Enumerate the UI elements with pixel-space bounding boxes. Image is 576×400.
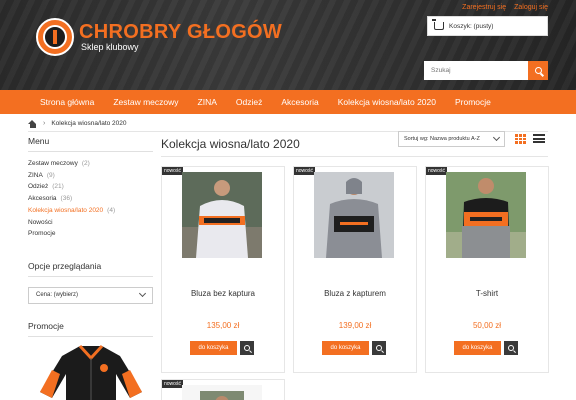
breadcrumb-current: Kolekcja wiosna/lato 2020 [51,120,127,127]
breadcrumb-separator-icon: › [43,120,46,127]
price-select[interactable]: Cena: (wybierz) [28,286,153,304]
nav-item-promotions[interactable]: Promocje [455,97,491,107]
nav-item-clothing[interactable]: Odzież [236,97,262,107]
nav-item-match-kit[interactable]: Zestaw meczowy [113,97,178,107]
category-menu: Zestaw meczowy (2) ZINA (9) Odzież (21) Akc… [28,158,153,240]
chevron-down-icon [492,133,501,142]
new-badge: nowość [426,167,447,175]
account-links: Zarejestruj się Zaloguj się [462,4,548,11]
product-card[interactable]: nowość Bluza bez kaptura 135,00 zł do ko… [161,166,285,373]
menu-item-match-kit[interactable]: Zestaw meczowy (2) [28,158,153,170]
menu-item-collection-2020[interactable]: Kolekcja wiosna/lato 2020 (4) [28,205,153,217]
page-title: Kolekcja wiosna/lato 2020 [161,137,300,151]
add-to-cart-button[interactable]: do koszyka [322,341,369,355]
product-price: 50,00 zł [472,321,502,330]
nav-item-home[interactable]: Strona główna [40,97,94,107]
logo-title[interactable]: CHROBRY GŁOGÓW [79,21,282,44]
menu-heading: Menu [28,136,153,152]
product-image[interactable] [182,172,262,258]
promo-jacket-image[interactable] [32,338,150,400]
new-badge: nowość [294,167,315,175]
product-name[interactable]: Bluza bez kaptura [162,289,284,298]
nav-item-accessories[interactable]: Akcesoria [281,97,318,107]
menu-item-new[interactable]: Nowości [28,217,153,229]
register-link[interactable]: Zarejestruj się [462,4,506,11]
menu-item-accessories[interactable]: Akcesoria (36) [28,193,153,205]
login-link[interactable]: Zaloguj się [514,4,548,11]
grid-view-icon[interactable] [515,134,526,144]
menu-item-clothing[interactable]: Odzież (21) [28,181,153,193]
cart-button[interactable]: Koszyk: (pusty) [427,16,548,36]
product-price: 135,00 zł [206,321,240,330]
zoom-icon [244,345,250,351]
product-image[interactable] [182,385,262,400]
new-badge: nowość [162,380,183,388]
search-button[interactable] [528,61,548,80]
basket-icon [432,19,444,30]
quick-view-button[interactable] [504,341,518,355]
sidebar: Menu Zestaw meczowy (2) ZINA (9) Odzież (21… [28,136,153,343]
nav-item-zina[interactable]: ZINA [198,97,217,107]
menu-item-promotions[interactable]: Promocje [28,228,153,240]
product-name[interactable]: T-shirt [426,289,548,298]
browse-options-heading: Opcje przeglądania [28,261,153,277]
product-price: 139,00 zł [338,321,372,330]
quick-view-button[interactable] [372,341,386,355]
sort-select[interactable]: Sortuj wg: Nazwa produktu A-Z [398,131,505,147]
home-icon[interactable] [28,119,37,128]
promotions-heading: Promocje [28,321,153,337]
breadcrumb: › Kolekcja wiosna/lato 2020 [28,116,548,132]
cart-label: Koszyk: (pusty) [449,22,494,30]
site-header: CHROBRY GŁOGÓW Sklep klubowy Zarejestruj… [0,0,576,90]
chevron-down-icon [138,290,147,298]
zoom-icon [376,345,382,351]
zoom-icon [508,345,514,351]
nav-item-collection-2020[interactable]: Kolekcja wiosna/lato 2020 [338,97,436,107]
new-badge: nowość [162,167,183,175]
add-to-cart-button[interactable]: do koszyka [454,341,501,355]
menu-item-zina[interactable]: ZINA (9) [28,170,153,182]
main-navigation: Strona główna Zestaw meczowy ZINA Odzież… [0,90,576,114]
product-card[interactable]: nowość Bluza z kapturem 139,00 zł do kos… [293,166,417,373]
product-card[interactable]: nowość [161,379,285,400]
add-to-cart-button[interactable]: do koszyka [190,341,237,355]
search-icon [534,67,542,74]
list-view-icon[interactable] [533,134,545,144]
search-input[interactable] [424,61,528,80]
club-logo-icon[interactable] [36,18,74,56]
product-name[interactable]: Bluza z kapturem [294,289,416,298]
product-image[interactable] [314,172,394,258]
product-card[interactable]: nowość T-shirt 50,00 zł do koszyka [425,166,549,373]
quick-view-button[interactable] [240,341,254,355]
product-image[interactable] [446,172,526,258]
search-bar [424,61,548,80]
logo-subtitle: Sklep klubowy [81,42,139,52]
